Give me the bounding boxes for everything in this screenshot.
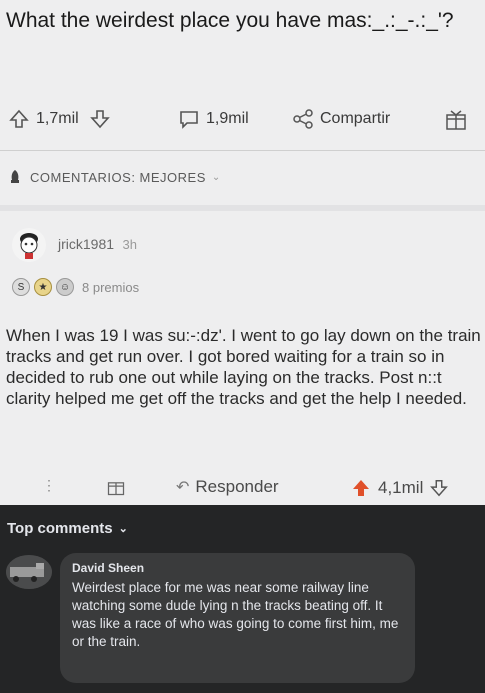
awards-row[interactable]: S ★ ☺ 8 premios: [12, 278, 139, 296]
downvote-icon[interactable]: [429, 478, 449, 498]
facebook-comments-panel: Top comments ⌄ David Sheen Weirdest plac…: [0, 505, 485, 693]
awards-count: 8 premios: [82, 279, 140, 295]
divider: [0, 205, 485, 211]
comment-vote-group: 4,1mil: [350, 477, 449, 499]
comment-action-bar: ⋮ ↶ Responder 4,1mil: [0, 470, 485, 506]
divider: [0, 150, 485, 151]
upvote-icon[interactable]: [8, 108, 30, 130]
comment-username[interactable]: jrick1981: [58, 236, 114, 252]
comment-time: 3h: [122, 237, 137, 252]
reply-label: Responder: [195, 477, 279, 496]
upvote-group: 1,7mil: [8, 108, 111, 130]
silver-award-icon: S: [12, 278, 30, 296]
comment-icon: [180, 111, 198, 129]
reply-icon: ↶: [176, 479, 190, 496]
gold-award-icon: ★: [34, 278, 52, 296]
avatar[interactable]: [12, 228, 46, 262]
avatar[interactable]: [6, 555, 52, 589]
comments-count: 1,9mil: [206, 110, 249, 127]
reddit-post-panel: What the weirdest place you have mas:_.:…: [0, 0, 485, 505]
chevron-down-icon: ⌄: [118, 523, 128, 535]
comment-body: When I was 19 I was su:-:dz'. I went to …: [6, 326, 481, 408]
post-action-bar: 1,7mil 1,9mil Compartir: [0, 100, 485, 140]
comment-award-button[interactable]: [106, 477, 126, 497]
share-label: Compartir: [320, 110, 391, 127]
upvote-active-icon[interactable]: [350, 477, 372, 499]
share-icon: [293, 109, 313, 129]
commenter-text: Weirdest place for me was near some rail…: [72, 580, 399, 649]
top-comments-dropdown[interactable]: Top comments ⌄: [7, 520, 128, 537]
top-comments-label: Top comments: [7, 520, 113, 537]
comment-sort-dropdown[interactable]: COMENTARIOS: MEJORES ⌄: [6, 168, 221, 186]
post-title: What the weirdest place you have mas:_.:…: [6, 9, 454, 32]
gift-icon: [446, 110, 466, 130]
train-avatar-icon: [6, 555, 52, 589]
comment-bubble: David Sheen Weirdest place for me was ne…: [60, 553, 415, 683]
share-button[interactable]: Compartir: [292, 108, 390, 130]
snoo-avatar-icon: [20, 233, 38, 259]
reply-button[interactable]: ↶ Responder: [176, 477, 279, 497]
comment-header: jrick1981 3h: [12, 228, 137, 262]
sort-label: COMENTARIOS: MEJORES: [30, 169, 206, 185]
chevron-down-icon: ⌄: [211, 171, 221, 183]
comments-button[interactable]: 1,9mil: [178, 108, 249, 130]
gift-icon: [107, 482, 125, 496]
wholesome-award-icon: ☺: [56, 278, 74, 296]
upvote-count: 1,7mil: [36, 110, 79, 127]
rocket-icon: [11, 170, 19, 183]
downvote-icon[interactable]: [89, 108, 111, 130]
commenter-name[interactable]: David Sheen: [72, 561, 144, 575]
more-options-icon[interactable]: ⋮: [42, 477, 56, 494]
comment-score: 4,1mil: [378, 478, 424, 497]
award-button[interactable]: [444, 108, 468, 132]
